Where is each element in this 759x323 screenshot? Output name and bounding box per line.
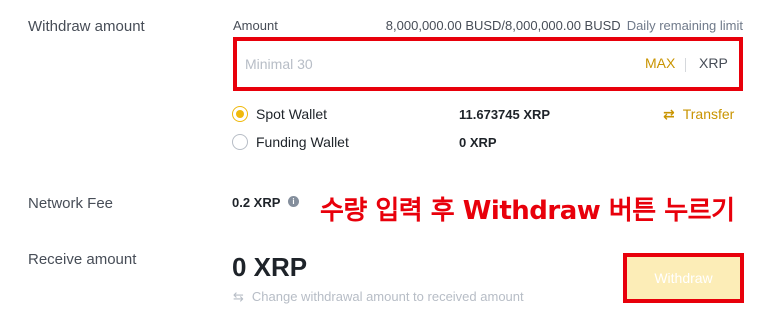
instruction-annotation: 수량 입력 후 Withdraw 버튼 누르기	[320, 196, 735, 226]
daily-limit: 8,000,000.00 BUSD/8,000,000.00 BUSD Daily…	[386, 18, 743, 33]
change-amount-label: Change withdrawal amount to received amo…	[251, 289, 524, 304]
transfer-icon: ⇄	[663, 106, 675, 122]
funding-wallet-radio[interactable]	[232, 134, 248, 150]
funding-wallet-label[interactable]: Funding Wallet	[256, 134, 349, 150]
spot-wallet-label[interactable]: Spot Wallet	[256, 106, 327, 122]
amount-header: Amount 8,000,000.00 BUSD/8,000,000.00 BU…	[233, 18, 743, 36]
amount-label: Amount	[233, 18, 278, 33]
coin-label: XRP	[699, 55, 728, 71]
receive-amount-value: 0 XRP	[232, 252, 308, 282]
withdraw-amount-label: Withdraw amount	[28, 18, 145, 35]
transfer-link[interactable]: ⇄ Transfer	[663, 106, 734, 123]
change-amount-link[interactable]: ⇆ Change withdrawal amount to received am…	[233, 289, 524, 305]
spot-wallet-radio[interactable]	[232, 106, 248, 122]
divider	[685, 58, 686, 72]
receive-amount-label: Receive amount	[28, 251, 137, 268]
funding-wallet-balance: 0 XRP	[459, 135, 497, 150]
info-icon[interactable]: i	[288, 196, 299, 207]
swap-icon: ⇆	[233, 289, 244, 304]
daily-limit-value: 8,000,000.00 BUSD/8,000,000.00 BUSD	[385, 18, 621, 33]
transfer-label: Transfer	[682, 106, 735, 122]
amount-input-box: MAX XRP	[233, 37, 743, 91]
network-fee-value: 0.2 XRP	[232, 195, 281, 210]
network-fee-label: Network Fee	[28, 195, 114, 212]
withdraw-button[interactable]: Withdraw	[623, 253, 744, 303]
max-button[interactable]: MAX	[645, 55, 675, 71]
daily-limit-label: Daily remaining limit	[626, 18, 743, 33]
amount-input[interactable]	[245, 52, 605, 76]
spot-wallet-balance: 11.673745 XRP	[459, 107, 551, 122]
